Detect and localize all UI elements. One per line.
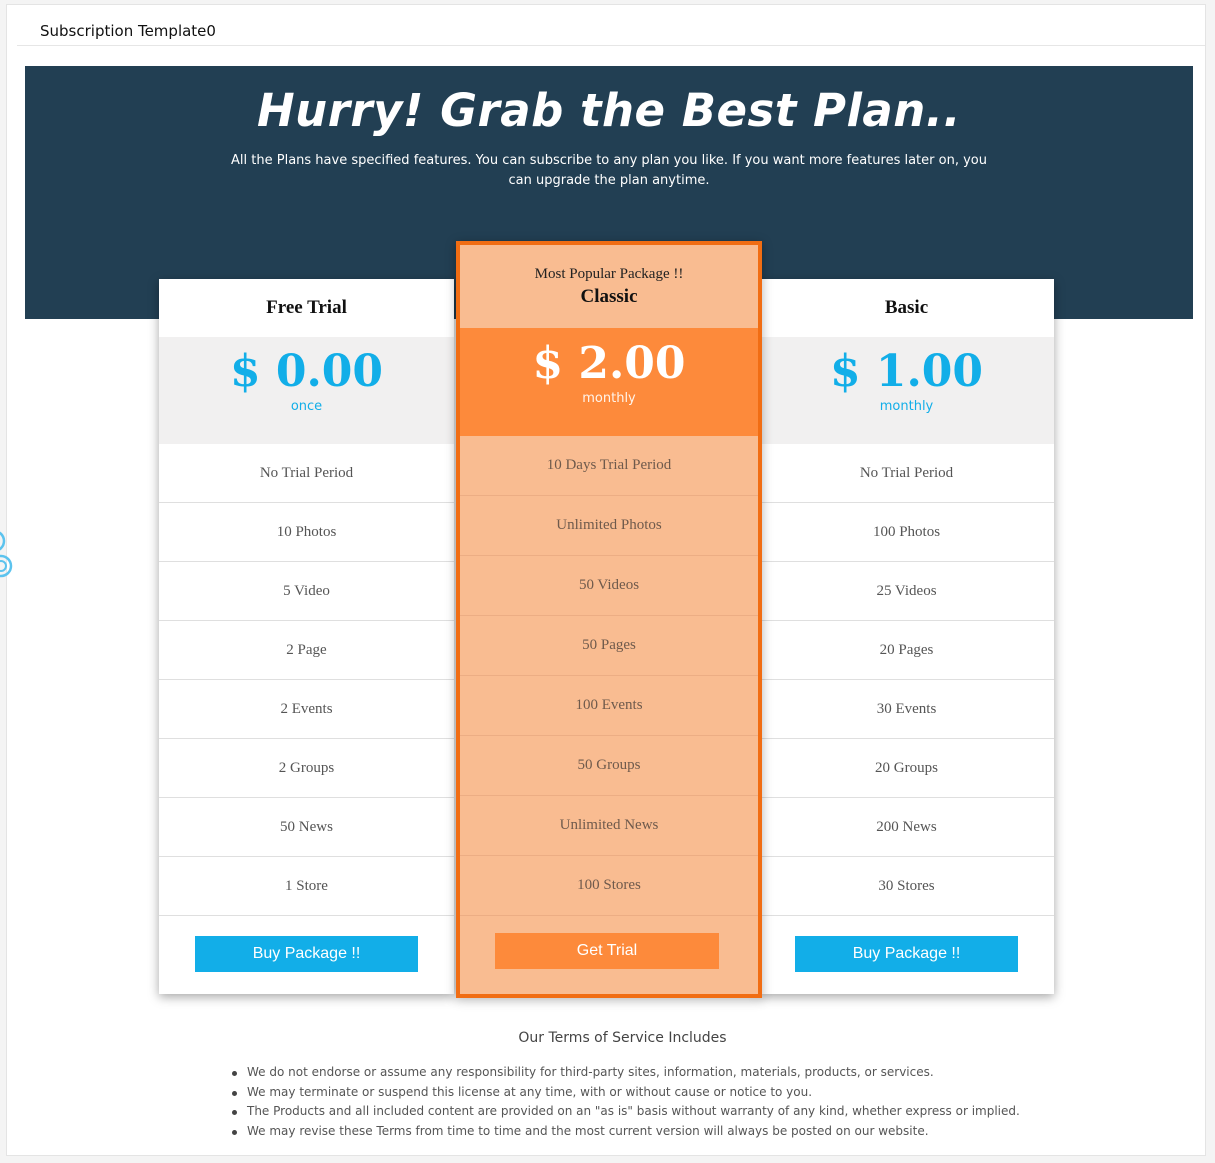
- feature-news: Unlimited News: [460, 796, 758, 856]
- button-row: Buy Package !!: [759, 916, 1054, 993]
- popular-badge: Most Popular Package !!: [534, 266, 684, 282]
- hero-heading: Hurry! Grab the Best Plan..: [257, 84, 961, 137]
- terms-section: Our Terms of Service Includes We do not …: [0, 1030, 1215, 1138]
- plan-card-basic: Basic $ 1.00 monthly No Trial Period 100…: [759, 279, 1054, 994]
- feature-pages: 50 Pages: [460, 616, 758, 676]
- feature-events: 2 Events: [159, 680, 454, 739]
- terms-heading: Our Terms of Service Includes: [518, 1030, 727, 1046]
- plan-name: Free Trial: [266, 297, 347, 318]
- feature-events: 30 Events: [759, 680, 1054, 739]
- plan-price: $ 1.00: [829, 346, 984, 397]
- feature-photos: 10 Photos: [159, 503, 454, 562]
- button-row: Get Trial: [460, 916, 758, 994]
- buy-package-button[interactable]: Buy Package !!: [195, 936, 418, 972]
- feature-photos: 100 Photos: [759, 503, 1054, 562]
- plan-card-free-trial: Free Trial $ 0.00 once No Trial Period 1…: [159, 279, 454, 994]
- plan-period: once: [290, 399, 323, 414]
- feature-photos: Unlimited Photos: [460, 496, 758, 556]
- hero-description: All the Plans have specified features. Y…: [231, 153, 987, 188]
- feature-stores: 1 Store: [159, 857, 454, 916]
- feature-groups: 50 Groups: [460, 736, 758, 796]
- feature-videos: 25 Videos: [759, 562, 1054, 621]
- feature-stores: 30 Stores: [759, 857, 1054, 916]
- feature-videos: 50 Videos: [460, 556, 758, 616]
- feature-news: 50 News: [159, 798, 454, 857]
- floating-assistant-icon[interactable]: [0, 524, 14, 578]
- feature-trial: No Trial Period: [759, 444, 1054, 503]
- feature-stores: 100 Stores: [460, 856, 758, 916]
- terms-item: We may terminate or suspend this license…: [232, 1083, 1020, 1103]
- plan-header: Most Popular Package !! Classic: [460, 245, 758, 328]
- price-box: $ 0.00 once: [159, 337, 454, 444]
- plan-name: Classic: [580, 286, 638, 307]
- price-box: $ 2.00 monthly: [460, 328, 758, 436]
- plan-price: $ 0.00: [229, 346, 384, 397]
- feature-groups: 2 Groups: [159, 739, 454, 798]
- plan-period: monthly: [879, 399, 934, 414]
- button-row: Buy Package !!: [159, 916, 454, 993]
- feature-pages: 20 Pages: [759, 621, 1054, 680]
- feature-trial: No Trial Period: [159, 444, 454, 503]
- feature-events: 100 Events: [460, 676, 758, 736]
- plan-name: Basic: [884, 297, 929, 318]
- plan-card-classic: Most Popular Package !! Classic $ 2.00 m…: [456, 241, 762, 998]
- feature-videos: 5 Video: [159, 562, 454, 621]
- terms-list: We do not endorse or assume any responsi…: [232, 1063, 1020, 1142]
- terms-item: We may revise these Terms from time to t…: [232, 1122, 1020, 1142]
- terms-item: The Products and all included content ar…: [232, 1102, 1020, 1122]
- plan-price: $ 2.00: [532, 338, 686, 389]
- feature-news: 200 News: [759, 798, 1054, 857]
- plan-period: monthly: [582, 391, 636, 406]
- panel-title: Subscription Template0: [40, 22, 216, 40]
- feature-trial: 10 Days Trial Period: [460, 436, 758, 496]
- title-divider: [17, 45, 1205, 46]
- get-trial-button[interactable]: Get Trial: [495, 933, 719, 969]
- buy-package-button[interactable]: Buy Package !!: [795, 936, 1018, 972]
- terms-item: We do not endorse or assume any responsi…: [232, 1063, 1020, 1083]
- feature-pages: 2 Page: [159, 621, 454, 680]
- price-box: $ 1.00 monthly: [759, 337, 1054, 444]
- feature-groups: 20 Groups: [759, 739, 1054, 798]
